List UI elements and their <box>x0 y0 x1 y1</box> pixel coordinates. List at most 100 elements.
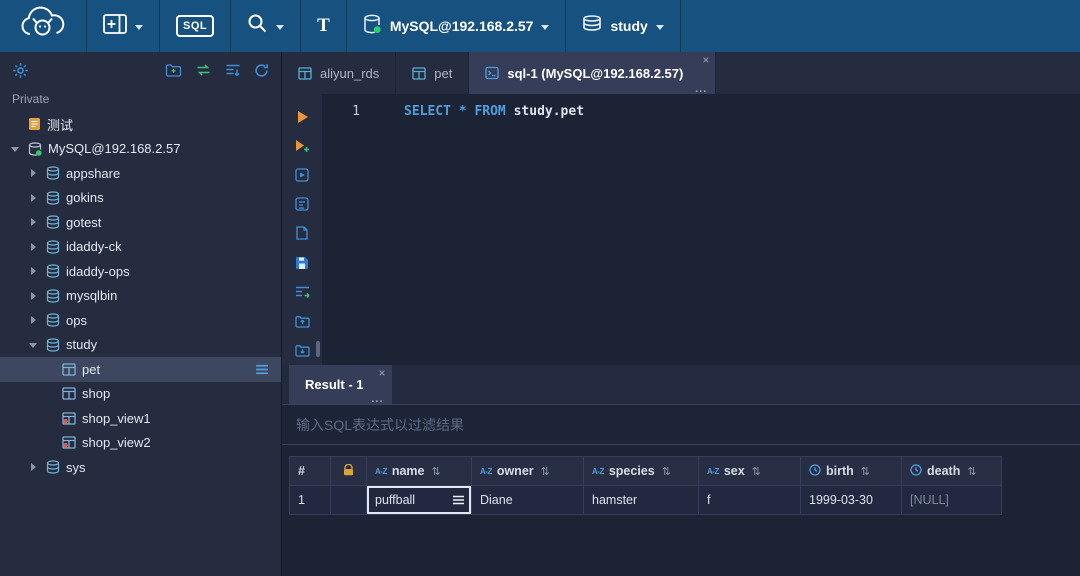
cell-sex[interactable]: f <box>698 485 801 515</box>
result-table: # A-Z name ⇅ A-Z owner ⇅ A-Z species ⇅ A… <box>289 456 1002 515</box>
dog-cloud-logo-icon <box>18 6 68 47</box>
column-header-owner[interactable]: A-Z owner ⇅ <box>471 456 584 486</box>
chevron-right-icon[interactable] <box>26 264 40 278</box>
tab-pet[interactable]: pet <box>396 52 470 94</box>
app-logo[interactable] <box>0 0 86 52</box>
tree-item-label: idaddy-ck <box>66 239 122 255</box>
sort-icon[interactable]: ⇅ <box>861 465 870 478</box>
new-folder-icon[interactable] <box>165 63 182 77</box>
cell-species[interactable]: hamster <box>583 485 699 515</box>
chevron-right-icon[interactable] <box>26 289 40 303</box>
sort-icon[interactable]: ⇅ <box>967 465 976 478</box>
refresh-icon[interactable] <box>254 63 269 78</box>
run-file-icon[interactable] <box>282 160 322 189</box>
chevron-down-icon <box>541 24 550 30</box>
save-icon[interactable] <box>282 248 322 277</box>
tree-item-pet[interactable]: pet <box>0 357 281 382</box>
tree-item-idaddy-ops[interactable]: idaddy-ops <box>0 259 281 284</box>
sql-code[interactable]: SELECT * FROM study.pet <box>374 94 1080 365</box>
column-header-sex[interactable]: A-Z sex ⇅ <box>698 456 801 486</box>
table-row[interactable]: 1 puffball Diane hamster f 1999-03-30 [N… <box>289 485 1002 515</box>
tree-item-test[interactable]: 测试 <box>0 112 281 137</box>
sql-icon: SQL <box>176 15 215 37</box>
cell-lock[interactable] <box>330 485 367 515</box>
text-format-icon: T <box>317 15 330 36</box>
tree-item-connection[interactable]: MySQL@192.168.2.57 <box>0 137 281 162</box>
sort-icon[interactable]: ⇅ <box>431 465 440 478</box>
sort-icon[interactable]: ⇅ <box>662 465 671 478</box>
chevron-down-icon[interactable] <box>26 338 40 352</box>
import-icon[interactable] <box>282 307 322 336</box>
lock-header[interactable] <box>330 456 367 486</box>
new-document-icon[interactable] <box>282 219 322 248</box>
connection-selector[interactable]: MySQL@192.168.2.57 <box>347 0 566 52</box>
az-sort-icon: A-Z <box>592 466 604 476</box>
sort-icon[interactable]: ⇅ <box>752 465 761 478</box>
new-window-button[interactable] <box>87 0 159 52</box>
close-icon[interactable]: × <box>702 53 709 67</box>
tree-item-ops[interactable]: ops <box>0 308 281 333</box>
tree-item-gokins[interactable]: gokins <box>0 186 281 211</box>
scrollbar-thumb[interactable] <box>316 341 320 357</box>
row-menu-icon[interactable] <box>255 364 269 375</box>
search-button[interactable] <box>231 0 300 52</box>
column-header-species[interactable]: A-Z species ⇅ <box>583 456 699 486</box>
explain-plan-icon[interactable] <box>282 190 322 219</box>
row-number-header[interactable]: # <box>289 456 331 486</box>
cell-row-number[interactable]: 1 <box>289 485 331 515</box>
chevron-right-icon[interactable] <box>26 215 40 229</box>
database-icon <box>46 191 60 205</box>
tree-item-shop[interactable]: shop <box>0 382 281 407</box>
tree-item-label: ops <box>66 312 87 328</box>
tab-result-1[interactable]: Result - 1 × ... <box>289 365 392 405</box>
tree-item-shop-view2[interactable]: shop_view2 <box>0 431 281 456</box>
run-icon[interactable] <box>282 102 322 131</box>
filter-input[interactable] <box>282 416 1080 433</box>
tab-overflow-indicator: ... <box>371 393 384 405</box>
table-icon <box>298 66 312 80</box>
tree-item-label: study <box>66 337 98 353</box>
cell-menu-icon[interactable] <box>452 495 465 505</box>
collapse-all-icon[interactable] <box>225 64 241 77</box>
text-format-button[interactable]: T <box>301 0 346 52</box>
editor-toolbar <box>282 94 322 365</box>
database-label: study <box>610 18 648 34</box>
chevron-down-icon[interactable] <box>8 142 22 156</box>
tree-item-idaddy-ck[interactable]: idaddy-ck <box>0 235 281 260</box>
database-icon <box>46 215 60 229</box>
cell-owner[interactable]: Diane <box>471 485 584 515</box>
new-sql-button[interactable]: SQL <box>160 0 230 52</box>
cell-birth[interactable]: 1999-03-30 <box>800 485 902 515</box>
tree-item-sys[interactable]: sys <box>0 455 281 480</box>
tree-item-label: shop <box>82 386 111 402</box>
tree-item-mysqlbin[interactable]: mysqlbin <box>0 284 281 309</box>
column-header-death[interactable]: death ⇅ <box>901 456 1002 486</box>
close-icon[interactable]: × <box>379 366 386 380</box>
chevron-right-icon[interactable] <box>26 240 40 254</box>
format-sql-icon[interactable] <box>282 277 322 306</box>
chevron-right-icon[interactable] <box>26 460 40 474</box>
chevron-right-icon[interactable] <box>26 191 40 205</box>
tree-item-label: appshare <box>66 165 121 181</box>
chevron-right-icon[interactable] <box>26 313 40 327</box>
tab-aliyun-rds[interactable]: aliyun_rds <box>282 52 397 94</box>
tree-item-shop-view1[interactable]: shop_view1 <box>0 406 281 431</box>
column-header-name[interactable]: A-Z name ⇅ <box>366 456 472 486</box>
sync-icon[interactable] <box>195 64 212 76</box>
run-new-tab-icon[interactable] <box>282 131 322 160</box>
settings-gear-icon[interactable] <box>12 62 29 79</box>
tab-label: pet <box>434 65 453 81</box>
cell-name[interactable]: puffball <box>366 485 472 515</box>
tree-item-gotest[interactable]: gotest <box>0 210 281 235</box>
tree-item-study[interactable]: study <box>0 333 281 358</box>
header-row: # A-Z name ⇅ A-Z owner ⇅ A-Z species ⇅ A… <box>289 456 1002 486</box>
tab-sql-1[interactable]: sql-1 (MySQL@192.168.2.57) × ... <box>469 52 717 95</box>
sort-icon[interactable]: ⇅ <box>541 465 550 478</box>
chevron-right-icon[interactable] <box>26 166 40 180</box>
database-icon <box>46 338 60 352</box>
cell-death[interactable]: [NULL] <box>901 485 1002 515</box>
column-header-birth[interactable]: birth ⇅ <box>800 456 902 486</box>
tab-overflow-indicator: ... <box>695 83 708 95</box>
database-selector[interactable]: study <box>566 0 679 52</box>
tree-item-appshare[interactable]: appshare <box>0 161 281 186</box>
